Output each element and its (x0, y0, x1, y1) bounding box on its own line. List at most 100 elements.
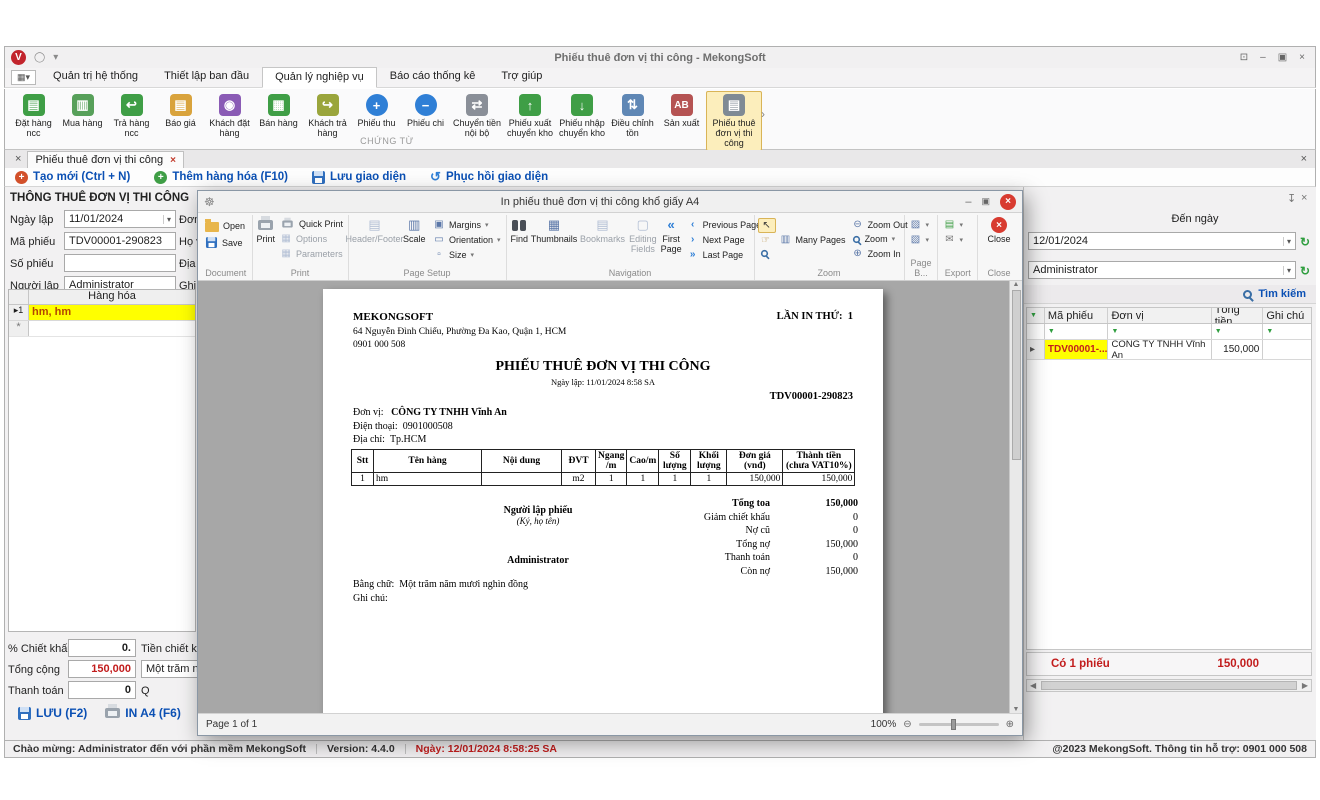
print-a4-button[interactable]: IN A4 (F6) (105, 706, 181, 720)
search-button[interactable]: Tìm kiếm (1243, 288, 1306, 300)
page-color-button[interactable]: ▧▾ (908, 233, 932, 246)
ribbon-menu-button[interactable]: ▦▾ (11, 70, 36, 85)
refresh-date-icon[interactable]: ↻ (1300, 235, 1310, 249)
items-row-value[interactable]: hm, hm (29, 305, 195, 320)
dialog-titlebar[interactable]: ☸ In phiếu thuê đơn vị thi công khổ giấy… (198, 191, 1022, 213)
preview-scrollbar-thumb[interactable] (1012, 290, 1021, 460)
filter-icon[interactable]: ▼ (1212, 324, 1264, 339)
toolbar-button-phieu-xuat-chuyen-kho[interactable]: ↑Phiếu xuất chuyển kho (504, 91, 556, 141)
result-ghi-chu[interactable] (1263, 340, 1311, 359)
tab-bao-cao-thong-ke[interactable]: Báo cáo thống kê (377, 66, 489, 87)
scroll-down-icon[interactable]: ▼ (1013, 706, 1020, 713)
tab-bar-close-right-icon[interactable]: × (1301, 153, 1307, 165)
refresh-user-icon[interactable]: ↻ (1300, 264, 1310, 278)
scroll-right-icon[interactable]: ▶ (1299, 681, 1311, 690)
document-tab-close-icon[interactable]: × (170, 155, 176, 166)
so-phieu-input[interactable] (64, 254, 176, 272)
filter-icon[interactable]: ▼ (1108, 324, 1211, 339)
pct-discount-input[interactable]: 0. (68, 639, 136, 657)
next-page-button[interactable]: ›Next Page (685, 233, 764, 246)
pointer-tool-button[interactable]: ↖ (758, 218, 776, 233)
zoom-slider[interactable] (919, 723, 999, 726)
toolbar-button-tra-hang-ncc[interactable]: ↩Trả hàng ncc (107, 91, 156, 141)
result-ma-phieu[interactable]: TDV00001-... (1045, 340, 1109, 359)
zoom-in-button[interactable]: ⊕Zoom In (850, 247, 910, 260)
toolbar-button-ban-hang[interactable]: ▦Bán hàng (254, 91, 303, 131)
result-don-vi[interactable]: CÔNG TY TNHH Vĩnh An (1108, 340, 1211, 359)
options-button[interactable]: ▦Options (278, 232, 345, 245)
size-button[interactable]: ▫Size▾ (431, 248, 503, 261)
scroll-up-icon[interactable]: ▲ (1013, 281, 1020, 288)
filter-icon[interactable]: ▼ (1263, 324, 1311, 339)
restore-icon[interactable]: ▣ (1278, 52, 1287, 63)
save-button[interactable]: Save (203, 235, 247, 250)
quick-print-button[interactable]: Quick Print (278, 218, 345, 230)
previous-page-button[interactable]: ‹Previous Page (685, 218, 764, 231)
watermark-button[interactable]: ▨▾ (908, 218, 932, 231)
minimize-icon[interactable]: – (1260, 52, 1266, 63)
tab-quan-tri-he-thong[interactable]: Quản trị hệ thống (40, 66, 151, 87)
bookmarks-button[interactable]: ▤Bookmarks (579, 215, 626, 247)
close-icon[interactable]: × (1299, 52, 1305, 63)
print-button[interactable]: Print (256, 215, 277, 247)
filter-icon[interactable]: ▼ (1045, 324, 1109, 339)
result-row[interactable]: ▸ TDV00001-... CÔNG TY TNHH Vĩnh An 150,… (1027, 340, 1311, 360)
tab-thiet-lap-ban-dau[interactable]: Thiết lập ban đầu (151, 66, 262, 87)
den-ngay-input[interactable]: 12/01/2024▾ (1028, 232, 1296, 250)
orientation-button[interactable]: ▭Orientation▾ (431, 233, 503, 246)
tab-tro-giup[interactable]: Trợ giúp (488, 66, 555, 87)
toolbar-button-san-xuat[interactable]: ABSản xuất (657, 91, 706, 131)
toolbar-button-phieu-chi[interactable]: −Phiếu chi (401, 91, 450, 131)
toolbar-button-dat-hang-ncc[interactable]: ▤Đặt hàng ncc (9, 91, 58, 141)
column-header-don-vi[interactable]: Đơn vị (1108, 308, 1211, 323)
quick-access-caret-icon[interactable]: ▾ (53, 52, 58, 63)
zoom-in-icon[interactable]: ⊕ (1006, 719, 1014, 730)
chevron-down-icon[interactable]: ▾ (1283, 237, 1291, 246)
fullscreen-icon[interactable]: ⊡ (1240, 52, 1248, 63)
parameters-button[interactable]: ▦Parameters (278, 247, 345, 260)
user-filter-input[interactable]: Administrator▾ (1028, 261, 1296, 279)
chevron-down-icon[interactable]: ▾ (1283, 266, 1291, 275)
last-page-button[interactable]: »Last Page (685, 248, 764, 261)
items-new-row-cell[interactable] (29, 321, 195, 336)
column-header-ghi-chu[interactable]: Ghi chú (1263, 308, 1311, 323)
chevron-down-icon[interactable]: ▾ (163, 215, 171, 224)
zoom-slider-thumb[interactable] (951, 719, 956, 730)
zoom-out-button[interactable]: ⊖Zoom Out (850, 218, 910, 231)
toolbar-expander-icon[interactable]: › (761, 107, 765, 121)
toolbar-button-mua-hang[interactable]: ▥Mua hàng (58, 91, 107, 131)
new-button[interactable]: +Tạo mới (Ctrl + N) (15, 171, 130, 184)
tab-bar-close-icon[interactable]: × (15, 153, 21, 165)
toolbar-button-khach-tra-hang[interactable]: ↪Khách trả hàng (303, 91, 352, 141)
send-button[interactable]: ✉▾ (941, 233, 965, 246)
items-new-row[interactable]: * (9, 321, 195, 337)
ma-phieu-input[interactable]: TDV00001-290823 (64, 232, 176, 250)
editing-fields-button[interactable]: ▢Editing Fields (628, 215, 658, 257)
scale-button[interactable]: ▥Scale (400, 215, 429, 247)
add-item-button[interactable]: +Thêm hàng hóa (F10) (154, 171, 288, 184)
column-header-tong-tien[interactable]: Tổng tiền (1212, 308, 1264, 323)
many-pages-button[interactable]: ▥Many Pages (778, 233, 848, 246)
export-to-button[interactable]: ▤▾ (941, 218, 965, 231)
restore-layout-button[interactable]: ↺Phục hồi giao diện (430, 169, 548, 185)
toolbar-button-phieu-thu[interactable]: +Phiếu thu (352, 91, 401, 131)
scroll-left-icon[interactable]: ◀ (1027, 681, 1039, 690)
panel-close-icon[interactable]: × (1301, 192, 1307, 204)
margins-button[interactable]: ▣Margins▾ (431, 218, 503, 231)
toolbar-button-phieu-nhap-chuyen-kho[interactable]: ↓Phiếu nhập chuyển kho (556, 91, 608, 141)
paid-input[interactable]: 0 (68, 681, 136, 699)
horizontal-scrollbar[interactable]: ◀ ▶ (1026, 679, 1312, 692)
thumbnails-button[interactable]: ▦Thumbnails (531, 215, 577, 247)
save-button[interactable]: LƯU (F2) (18, 706, 87, 720)
find-button[interactable]: Find (510, 215, 530, 247)
header-footer-button[interactable]: ▤Header/Footer (352, 215, 398, 247)
scrollbar-thumb[interactable] (1041, 681, 1297, 690)
panel-pin-icon[interactable]: ↧ (1287, 192, 1296, 205)
zoom-out-icon[interactable]: ⊖ (903, 719, 911, 730)
close-preview-button[interactable]: ×Close (981, 215, 1017, 247)
hand-tool-button[interactable]: ☞ (758, 234, 776, 247)
filter-row[interactable]: ▼ ▼ ▼ ▼ (1027, 324, 1311, 340)
dialog-minimize-icon[interactable]: – (965, 196, 971, 208)
items-row[interactable]: ▸1 hm, hm (9, 305, 195, 321)
toolbar-button-dieu-chinh-ton[interactable]: ⇅Điều chỉnh tồn (608, 91, 657, 141)
